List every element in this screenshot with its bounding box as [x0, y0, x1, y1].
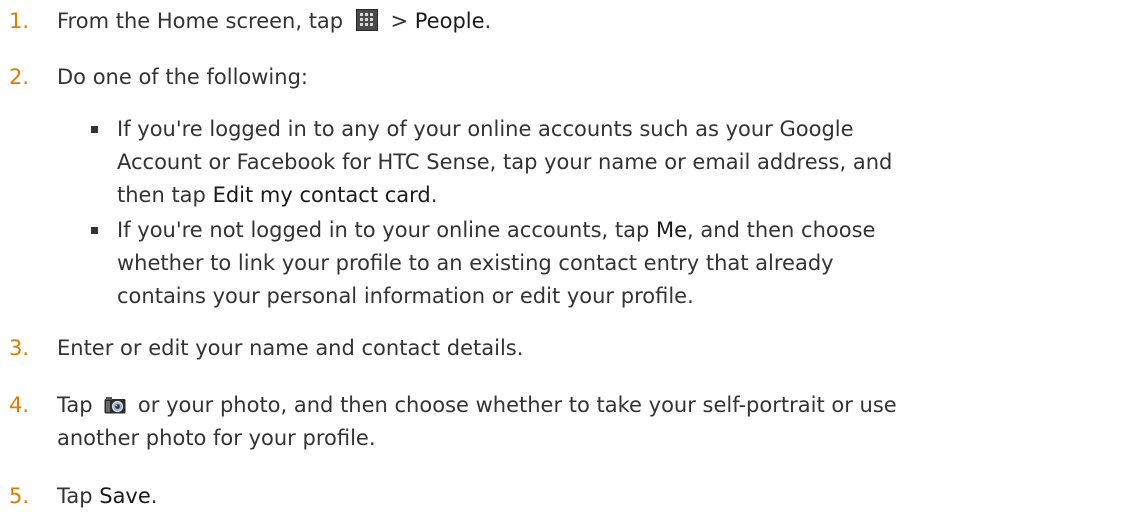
bullet-line: Account or Facebook for HTC Sense, tap y… — [117, 150, 893, 174]
step-number: 5. — [9, 484, 30, 508]
step-text-part: or your photo, and then choose whether t… — [131, 393, 897, 417]
bullet-line: whether to link your profile to an exist… — [117, 251, 834, 275]
camera-icon — [104, 397, 126, 414]
bullet-line: . — [430, 183, 438, 207]
step-number: 1. — [9, 9, 30, 33]
step-number: 2. — [9, 65, 30, 89]
step-text-part: another photo for your profile. — [57, 426, 376, 450]
ui-label-save: Save — [99, 484, 151, 508]
ui-label-edit-my-contact-card: Edit my contact card — [212, 183, 431, 207]
bullet-line: then tap — [117, 183, 213, 207]
step-text-part: > — [383, 9, 415, 33]
step-text-part: Tap — [57, 393, 100, 417]
ui-label-people: People — [414, 9, 485, 33]
bullet-text: If you're logged in to any of your onlin… — [117, 113, 1107, 212]
bullet-line: contains your personal information or ed… — [117, 284, 694, 308]
apps-grid-icon — [355, 9, 378, 31]
bullet-line: , and then choose — [687, 218, 876, 242]
step-text: Tap or your photo, and then choose wheth… — [57, 389, 1112, 455]
step-text-part: Tap — [57, 484, 100, 508]
step-text-part: . — [150, 484, 158, 508]
bullet-line: If you're logged in to any of your onlin… — [117, 117, 854, 141]
step-text-part: From the Home screen, tap — [57, 9, 350, 33]
step-number: 4. — [9, 393, 30, 417]
bullet-square — [91, 126, 98, 133]
step-text: Tap Save. — [57, 480, 1112, 513]
bullet-text: If you're not logged in to your online a… — [117, 214, 1107, 313]
ui-label-me: Me — [656, 218, 688, 242]
step-number: 3. — [9, 336, 30, 360]
step-text: Do one of the following: — [57, 65, 308, 89]
step-text-part: . — [484, 9, 492, 33]
bullet-line: If you're not logged in to your online a… — [117, 218, 656, 242]
step-text: Enter or edit your name and contact deta… — [57, 336, 524, 360]
step-text: From the Home screen, tap > People. — [57, 5, 1112, 38]
bullet-square — [91, 227, 98, 234]
